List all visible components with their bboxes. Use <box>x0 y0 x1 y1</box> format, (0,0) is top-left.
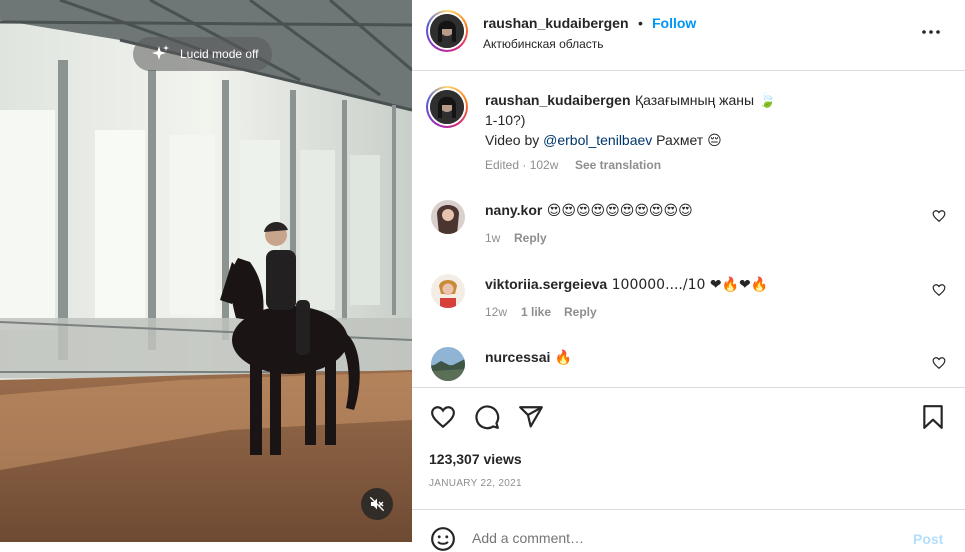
header-divider <box>412 70 965 71</box>
reply-button[interactable]: Reply <box>564 305 597 319</box>
share-plane-icon[interactable] <box>518 404 544 430</box>
comment-text: 😍😍😍😍😍😍😍😍😍😍 <box>546 203 693 219</box>
caption-username[interactable]: raushan_kudaibergen <box>485 92 631 108</box>
author-username[interactable]: raushan_kudaibergen <box>483 15 629 31</box>
lucid-mode-label: Lucid mode off <box>180 47 259 61</box>
comment-age: 12w <box>485 305 508 319</box>
reply-button[interactable]: Reply <box>514 231 547 245</box>
comment-like-icon[interactable] <box>932 283 946 297</box>
mute-button[interactable] <box>361 488 393 520</box>
post-comment-button[interactable]: Post <box>913 531 943 547</box>
post-panel: raushan_kudaibergen • Follow Актюбинская… <box>412 0 965 551</box>
author-avatar[interactable] <box>426 10 468 52</box>
caption-thanks: Рахмет <box>652 132 704 148</box>
video-player[interactable]: Lucid mode off <box>0 0 412 542</box>
like-heart-icon[interactable] <box>430 404 456 430</box>
comment-avatar[interactable] <box>431 274 465 308</box>
comment-body: nurcessai 🔥 <box>485 349 572 367</box>
see-translation-button[interactable]: See translation <box>575 158 661 172</box>
comment-avatar[interactable] <box>431 347 465 381</box>
comment-text: 100000..../10 ❤🔥❤🔥 <box>611 277 769 293</box>
comment-like-icon[interactable] <box>932 209 946 223</box>
post-header: raushan_kudaibergen • Follow Актюбинская… <box>412 0 965 70</box>
caption-line-3: Video by @erbol_tenilbaev Рахмет 😔 <box>485 132 722 149</box>
caption-line-1: raushan_kudaibergen Қазағымның жаны 🍃 <box>485 92 776 110</box>
leaf-emoji: 🍃 <box>758 93 776 109</box>
mention-link[interactable]: @erbol_tenilbaev <box>543 132 652 148</box>
more-horizontal-icon[interactable] <box>921 24 941 44</box>
lucid-mode-toggle[interactable]: Lucid mode off <box>133 37 272 71</box>
caption-text: Қазағымның жаны <box>634 92 755 108</box>
video-frame <box>0 0 412 542</box>
pensive-emoji: 😔 <box>707 133 722 149</box>
comment-input[interactable] <box>472 528 852 548</box>
post-date: JANUARY 22, 2021 <box>429 478 522 489</box>
emoji-picker-icon[interactable] <box>430 526 456 552</box>
post-location[interactable]: Актюбинская область <box>483 37 604 51</box>
speaker-muted-icon <box>369 496 385 512</box>
comment-username[interactable]: nany.kor <box>485 202 542 218</box>
comment-bubble-icon[interactable] <box>474 404 500 430</box>
comment-age: 1w <box>485 231 501 245</box>
comment-like-icon[interactable] <box>932 356 946 370</box>
caption-line-2: 1-10?) <box>485 112 526 128</box>
separator-dot: • <box>638 15 643 31</box>
composer-divider <box>412 509 965 510</box>
caption-credit-prefix: Video by <box>485 132 544 148</box>
edited-timestamp: Edited · 102w <box>485 158 559 172</box>
comment-body: nany.kor 😍😍😍😍😍😍😍😍😍😍 <box>485 202 693 220</box>
view-count[interactable]: 123,307 views <box>429 451 522 467</box>
comment-avatar[interactable] <box>431 200 465 234</box>
comment-username[interactable]: viktoriia.sergeieva <box>485 276 607 292</box>
comment-body: viktoriia.sergeieva 100000..../10 ❤🔥❤🔥 <box>485 276 768 294</box>
caption-avatar[interactable] <box>426 86 468 128</box>
comments-divider <box>412 387 965 388</box>
comment-text: 🔥 <box>554 350 573 366</box>
comment-username[interactable]: nurcessai <box>485 349 550 365</box>
comment-like-count[interactable]: 1 like <box>521 305 551 319</box>
sparkle-icon <box>152 45 169 60</box>
follow-button[interactable]: Follow <box>652 15 696 31</box>
save-bookmark-icon[interactable] <box>920 404 946 430</box>
